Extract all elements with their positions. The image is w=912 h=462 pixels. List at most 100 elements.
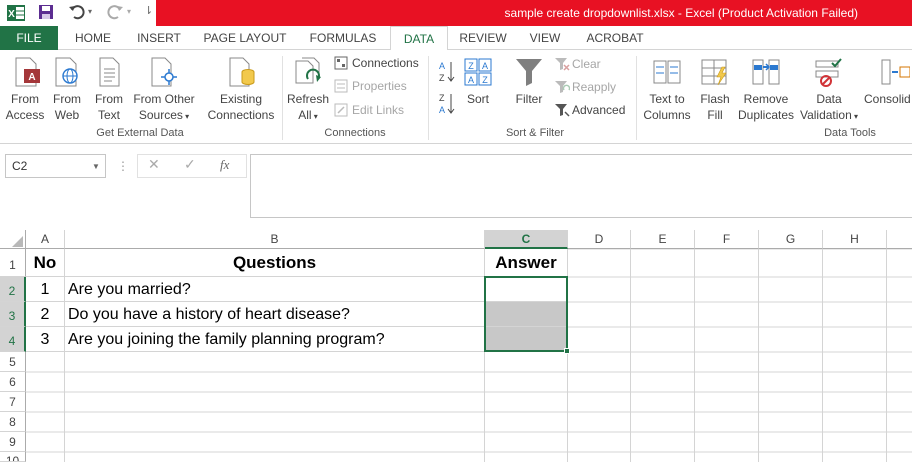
consolidate-icon	[881, 59, 910, 85]
row-header-9[interactable]: 9	[0, 432, 26, 452]
tab-data[interactable]: DATA	[390, 26, 448, 51]
formula-input[interactable]	[250, 154, 912, 218]
confirm-entry-icon[interactable]: ✓	[184, 156, 196, 173]
remove-duplicates-line1: Remove	[743, 92, 789, 106]
column-header-f[interactable]: F	[695, 230, 759, 249]
svg-text:A: A	[482, 61, 488, 71]
svg-text:Z: Z	[482, 75, 488, 85]
save-icon[interactable]	[38, 4, 54, 20]
row-header-10[interactable]: 10	[0, 452, 26, 462]
from-web-button[interactable]: From Web	[48, 54, 86, 124]
text-to-columns-button[interactable]: Text to Columns	[640, 54, 694, 124]
tab-file[interactable]: FILE	[0, 26, 58, 50]
svg-text:A: A	[28, 72, 35, 83]
tab-home[interactable]: HOME	[64, 26, 122, 50]
clear-button[interactable]: Clear	[572, 56, 601, 72]
refresh-icon	[295, 57, 321, 84]
name-box[interactable]: C2	[5, 154, 106, 178]
remove-duplicates-button[interactable]: Remove Duplicates	[736, 54, 796, 124]
redo-dropdown-icon[interactable]: ▾	[127, 7, 131, 16]
flash-fill-icon	[701, 59, 727, 86]
ribbon-separator	[428, 56, 429, 140]
svg-text:Z: Z	[468, 61, 474, 71]
row-header-4[interactable]: 4	[0, 327, 26, 352]
window-title: sample create dropdownlist.xlsx - Excel …	[504, 6, 858, 20]
formula-bar-grip-icon[interactable]: ⋮	[117, 156, 129, 176]
connections-icon	[334, 56, 348, 70]
select-all-corner[interactable]	[0, 230, 26, 249]
column-header-g[interactable]: G	[759, 230, 823, 249]
row-header-2[interactable]: 2	[0, 277, 26, 302]
reapply-button[interactable]: Reapply	[572, 79, 616, 95]
text-file-icon	[99, 57, 120, 87]
connections-button[interactable]: Connections	[352, 55, 419, 71]
data-validation-button[interactable]: Data Validation ▾	[798, 54, 860, 124]
filter-label: Filter	[515, 92, 543, 106]
column-header-h[interactable]: H	[823, 230, 887, 249]
consolidate-button[interactable]: Consolid	[862, 54, 912, 124]
customize-toolbar-icon[interactable]: ⇂	[144, 4, 153, 17]
row-header-1[interactable]: 1	[0, 249, 26, 277]
redo-icon[interactable]	[106, 4, 124, 20]
select-all-icon	[12, 236, 23, 247]
row-header-5[interactable]: 5	[0, 352, 26, 372]
row-header-7[interactable]: 7	[0, 392, 26, 412]
tab-page-layout[interactable]: PAGE LAYOUT	[196, 26, 294, 50]
tab-view[interactable]: VIEW	[518, 26, 572, 50]
remove-duplicates-icon	[752, 59, 780, 85]
sort-button[interactable]: Z A A Z Sort	[460, 54, 496, 124]
refresh-dropdown-icon: ▾	[311, 112, 318, 121]
row-header-8[interactable]: 8	[0, 412, 26, 432]
from-web-line1: From	[53, 92, 81, 106]
from-text-line1: From	[95, 92, 123, 106]
name-box-dropdown-icon[interactable]: ▼	[92, 162, 100, 171]
filter-button[interactable]: Filter	[510, 54, 548, 124]
flash-fill-button[interactable]: Flash Fill	[696, 54, 734, 124]
sort-az-icon[interactable]: A Z	[438, 60, 456, 84]
excel-logo-icon[interactable]: X	[7, 4, 25, 22]
tab-review[interactable]: REVIEW	[452, 26, 514, 50]
flash-fill-line1: Flash	[700, 92, 730, 106]
tab-insert[interactable]: INSERT	[128, 26, 190, 50]
column-header-a[interactable]: A	[26, 230, 65, 249]
insert-function-icon[interactable]: fx	[220, 157, 229, 173]
ribbon-separator	[282, 56, 283, 140]
fill-handle[interactable]	[564, 348, 570, 354]
svg-text:Z: Z	[439, 93, 445, 103]
tab-formulas[interactable]: FORMULAS	[300, 26, 386, 50]
from-web-line2: Web	[54, 108, 80, 122]
row-header-6[interactable]: 6	[0, 372, 26, 392]
from-access-line1: From	[11, 92, 39, 106]
from-other-line1: From Other	[133, 92, 195, 106]
data-validation-dropdown-icon: ▾	[851, 112, 859, 121]
group-label-connections: Connections	[324, 127, 386, 139]
column-header-b[interactable]: B	[65, 230, 485, 249]
svg-text:X: X	[8, 9, 15, 20]
column-header-c[interactable]: C	[485, 230, 568, 249]
data-validation-line2: Validation	[799, 108, 852, 122]
refresh-all-button[interactable]: Refresh All ▾	[286, 54, 330, 124]
existing-connections-button[interactable]: Existing Connections	[204, 54, 278, 124]
consolidate-label: Consolid	[864, 92, 911, 106]
sort-za-icon[interactable]: Z A	[438, 92, 456, 116]
edit-links-button[interactable]: Edit Links	[352, 102, 404, 118]
cancel-entry-icon[interactable]: ✕	[148, 156, 160, 173]
column-header-i[interactable]	[887, 230, 912, 249]
access-icon: A	[15, 57, 40, 87]
text-to-columns-line1: Text to	[649, 92, 685, 106]
row-header-3[interactable]: 3	[0, 302, 26, 327]
advanced-button[interactable]: Advanced	[572, 102, 625, 118]
properties-icon	[334, 79, 348, 93]
column-header-d[interactable]: D	[568, 230, 631, 249]
from-other-sources-button[interactable]: From Other Sources ▾	[130, 54, 198, 124]
ribbon-separator	[636, 56, 637, 140]
tab-acrobat[interactable]: ACROBAT	[578, 26, 652, 50]
properties-button[interactable]: Properties	[352, 78, 407, 94]
refresh-line2: All	[298, 108, 312, 122]
advanced-filter-icon	[555, 104, 570, 117]
from-access-button[interactable]: A From Access	[4, 54, 46, 124]
undo-icon[interactable]	[68, 4, 86, 20]
from-text-button[interactable]: From Text	[90, 54, 128, 124]
undo-dropdown-icon[interactable]: ▾	[88, 7, 92, 16]
column-header-e[interactable]: E	[631, 230, 695, 249]
